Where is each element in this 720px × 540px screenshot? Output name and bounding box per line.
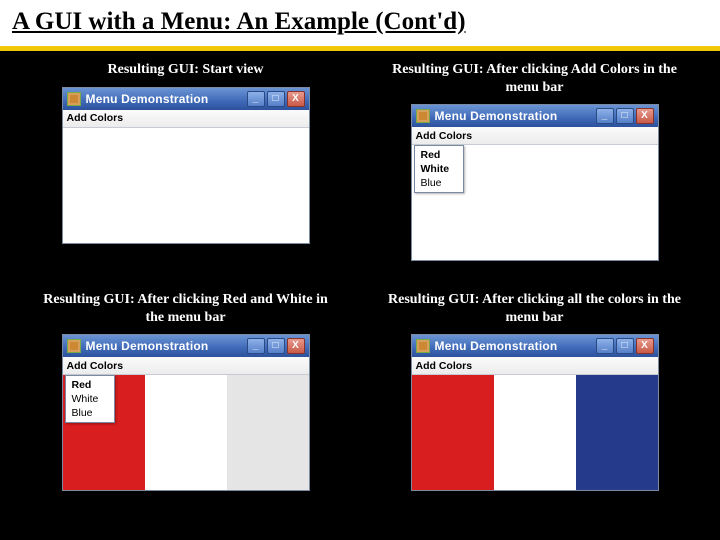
titlebar: Menu Demonstration _ □ X: [412, 105, 658, 127]
window-start: Menu Demonstration _ □ X Add Colors: [62, 87, 310, 244]
close-button[interactable]: X: [636, 108, 654, 124]
stripe-red: [412, 375, 494, 490]
maximize-button[interactable]: □: [616, 338, 634, 354]
minimize-button[interactable]: _: [596, 108, 614, 124]
dropdown-addcolors: Red White Blue: [65, 375, 115, 423]
window-controls: _ □ X: [596, 338, 654, 354]
window-menu-open: Menu Demonstration _ □ X Add Colors Red …: [411, 104, 659, 261]
slide-title: A GUI with a Menu: An Example (Cont'd): [12, 8, 708, 36]
app-icon: [67, 92, 81, 106]
window-controls: _ □ X: [596, 108, 654, 124]
menuitem-blue[interactable]: Blue: [415, 176, 463, 190]
panel-menu-open: Resulting GUI: After clicking Add Colors…: [365, 61, 704, 281]
window-controls: _ □ X: [247, 91, 305, 107]
close-button[interactable]: X: [636, 338, 654, 354]
titlebar: Menu Demonstration _ □ X: [412, 335, 658, 357]
menuitem-blue[interactable]: Blue: [66, 406, 114, 420]
menubar[interactable]: Add Colors: [412, 357, 658, 375]
window-title: Menu Demonstration: [86, 92, 247, 106]
slide-header: A GUI with a Menu: An Example (Cont'd): [0, 0, 720, 51]
app-icon: [416, 109, 430, 123]
stripe-empty: [227, 375, 309, 490]
window-title: Menu Demonstration: [435, 109, 596, 123]
menuitem-white[interactable]: White: [66, 392, 114, 406]
app-icon: [416, 339, 430, 353]
stripe-white: [494, 375, 576, 490]
window-title: Menu Demonstration: [435, 339, 596, 353]
maximize-button[interactable]: □: [267, 91, 285, 107]
client-area: [412, 375, 658, 490]
menubar[interactable]: Add Colors: [63, 110, 309, 128]
menu-addcolors[interactable]: Add Colors: [416, 360, 473, 372]
menubar[interactable]: Add Colors: [412, 127, 658, 145]
client-area: Red White Blue: [63, 375, 309, 490]
stripe-blue: [576, 375, 658, 490]
client-area: [63, 128, 309, 243]
maximize-button[interactable]: □: [616, 108, 634, 124]
titlebar: Menu Demonstration _ □ X: [63, 88, 309, 110]
caption-menu-open: Resulting GUI: After clicking Add Colors…: [385, 61, 685, 96]
menubar[interactable]: Add Colors: [63, 357, 309, 375]
client-area: Red White Blue: [412, 145, 658, 260]
minimize-button[interactable]: _: [596, 338, 614, 354]
window-red-white: Menu Demonstration _ □ X Add Colors Red …: [62, 334, 310, 491]
panel-all: Resulting GUI: After clicking all the co…: [365, 291, 704, 511]
stripe-white: [145, 375, 227, 490]
caption-start: Resulting GUI: Start view: [108, 61, 264, 79]
window-title: Menu Demonstration: [86, 339, 247, 353]
menu-addcolors[interactable]: Add Colors: [67, 360, 124, 372]
close-button[interactable]: X: [287, 91, 305, 107]
menuitem-red[interactable]: Red: [66, 378, 114, 392]
app-icon: [67, 339, 81, 353]
menu-addcolors[interactable]: Add Colors: [67, 112, 124, 124]
menu-addcolors[interactable]: Add Colors: [416, 130, 473, 142]
window-controls: _ □ X: [247, 338, 305, 354]
window-all: Menu Demonstration _ □ X Add Colors: [411, 334, 659, 491]
dropdown-addcolors: Red White Blue: [414, 145, 464, 193]
minimize-button[interactable]: _: [247, 91, 265, 107]
panel-grid: Resulting GUI: Start view Menu Demonstra…: [0, 51, 720, 521]
maximize-button[interactable]: □: [267, 338, 285, 354]
menuitem-white[interactable]: White: [415, 162, 463, 176]
menuitem-red[interactable]: Red: [415, 148, 463, 162]
panel-red-white: Resulting GUI: After clicking Red and Wh…: [16, 291, 355, 511]
caption-red-white: Resulting GUI: After clicking Red and Wh…: [36, 291, 336, 326]
panel-start: Resulting GUI: Start view Menu Demonstra…: [16, 61, 355, 281]
minimize-button[interactable]: _: [247, 338, 265, 354]
caption-all: Resulting GUI: After clicking all the co…: [385, 291, 685, 326]
titlebar: Menu Demonstration _ □ X: [63, 335, 309, 357]
close-button[interactable]: X: [287, 338, 305, 354]
